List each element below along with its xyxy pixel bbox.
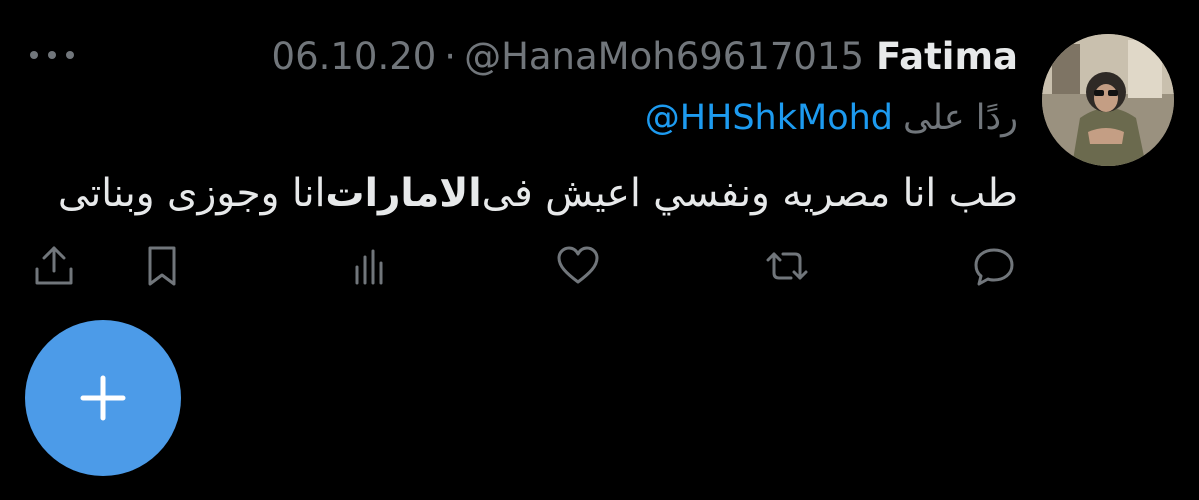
like-button[interactable] — [552, 240, 604, 292]
avatar-photo — [1042, 34, 1174, 166]
share-button[interactable] — [28, 240, 80, 292]
analytics-button[interactable] — [344, 240, 396, 292]
tweet-header: 06.10.20 · @HanaMoh69617015 Fatima — [272, 33, 1018, 79]
reply-context: @HHShkMohd ردًا على — [645, 95, 1018, 141]
avatar[interactable] — [1042, 34, 1174, 166]
author-handle[interactable]: @HanaMoh69617015 — [464, 35, 864, 78]
reply-prefix: ردًا على — [903, 98, 1018, 138]
retweet-button[interactable] — [761, 240, 813, 292]
heart-icon — [557, 246, 599, 284]
tweet-text-part: طب انا مصريه ونفسي اعيش فى — [481, 170, 1018, 216]
action-bar — [0, 240, 1199, 292]
plus-icon — [80, 375, 126, 421]
more-dot-icon — [30, 51, 38, 59]
tweet-text: طب انا مصريه ونفسي اعيش فى الامارات انا … — [58, 163, 1018, 223]
more-options-button[interactable] — [30, 40, 74, 70]
share-icon — [35, 246, 73, 285]
analytics-icon — [355, 249, 383, 285]
tweet-text-part: انا وجوزى وبناتى — [57, 170, 326, 216]
tweet-date[interactable]: 06.10.20 — [272, 35, 437, 78]
reply-button[interactable] — [968, 240, 1020, 292]
bookmark-button[interactable] — [136, 240, 188, 292]
bookmark-icon — [148, 246, 176, 286]
reply-icon — [974, 248, 1014, 286]
retweet-icon — [766, 252, 808, 280]
tweet[interactable]: 06.10.20 · @HanaMoh69617015 Fatima @HHSh… — [0, 0, 1199, 300]
header-separator: · — [444, 34, 457, 78]
more-dot-icon — [48, 51, 56, 59]
author-name[interactable]: Fatima — [876, 35, 1018, 78]
reply-mention-link[interactable]: @HHShkMohd — [645, 98, 893, 138]
tweet-text-bold: الامارات — [325, 170, 482, 216]
more-dot-icon — [66, 51, 74, 59]
compose-fab-button[interactable] — [25, 320, 181, 476]
